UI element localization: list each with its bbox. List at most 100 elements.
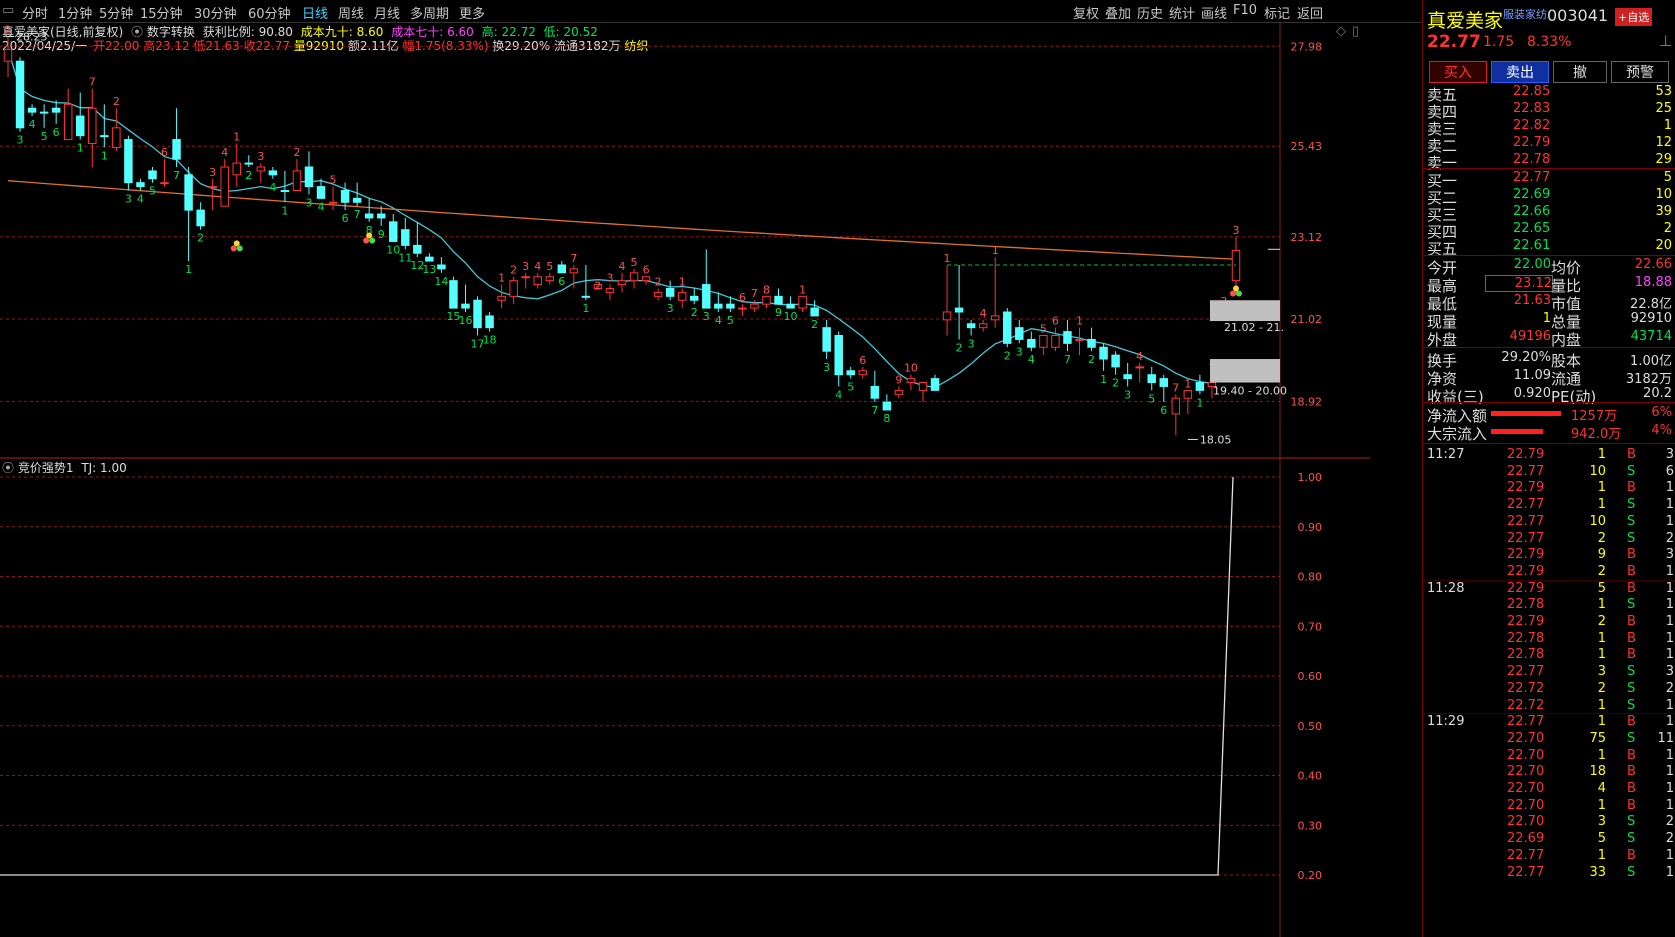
alert-button[interactable]: 预警 (1611, 61, 1669, 83)
candle[interactable]: 5 (846, 366, 855, 394)
candle[interactable]: 2 (244, 155, 254, 182)
cancel-order-button[interactable]: 撤 (1553, 61, 1607, 83)
candle[interactable]: 6 (738, 291, 747, 316)
candle[interactable]: 5 (726, 296, 735, 327)
candle[interactable]: 11 (398, 217, 412, 264)
candle[interactable]: 6 (557, 261, 567, 288)
period-tab-0[interactable]: 分时 (22, 3, 48, 22)
period-tab-6[interactable]: 日线 (302, 3, 328, 22)
candle[interactable]: 7 (1171, 381, 1181, 436)
period-tab-1[interactable]: 1分钟 (58, 3, 92, 22)
tool-button-1[interactable]: 叠加 (1105, 3, 1131, 22)
candle[interactable]: 2 (954, 264, 964, 354)
candle[interactable] (63, 88, 73, 141)
candle[interactable]: 4 (714, 292, 723, 327)
candle[interactable]: 1 (280, 170, 290, 217)
candle[interactable]: 4 (1135, 350, 1144, 383)
tool-button-3[interactable]: 统计 (1169, 3, 1195, 22)
candle[interactable]: 13 (422, 253, 436, 276)
candle[interactable]: 5 (545, 260, 554, 285)
sub-dot-icon[interactable]: ⦿ (2, 461, 14, 475)
menu-toggle-icon[interactable]: ▭ (2, 3, 14, 18)
candle[interactable]: 2 (690, 288, 699, 319)
candle[interactable]: 1 (100, 104, 109, 162)
candle[interactable]: 1 (497, 272, 506, 309)
candle[interactable]: 2 (1087, 327, 1096, 367)
period-tab-10[interactable]: 更多 (459, 3, 485, 22)
tool-button-6[interactable]: 标记 (1264, 3, 1290, 22)
candle[interactable]: 1 (76, 92, 85, 155)
candle[interactable]: 5 (629, 256, 639, 289)
candle[interactable] (930, 374, 940, 391)
candle[interactable]: 5 (1039, 323, 1048, 356)
candle[interactable]: 3 (256, 150, 266, 183)
candle[interactable]: 9 (774, 288, 783, 319)
candle[interactable]: 3 (124, 135, 133, 206)
candle[interactable]: 5 (39, 104, 49, 143)
candle[interactable]: 1 (1195, 374, 1205, 410)
candle[interactable] (918, 382, 928, 403)
candle[interactable]: 3 (702, 249, 711, 323)
candle[interactable]: 3 (1123, 362, 1132, 402)
candle[interactable]: 10 (784, 296, 798, 323)
candle[interactable]: 7 (88, 76, 97, 167)
candle[interactable]: 1 (1099, 343, 1108, 386)
sell-button[interactable]: 卖出 (1491, 61, 1549, 83)
candle[interactable]: 3 (521, 260, 530, 289)
candle[interactable]: 7 (1063, 319, 1072, 366)
candle[interactable]: 8 (882, 394, 892, 425)
candle[interactable]: 8 (364, 198, 374, 237)
candle[interactable]: 7 (172, 108, 181, 182)
candle[interactable]: 18 (483, 312, 497, 347)
candle[interactable]: 3 (605, 272, 615, 301)
candle[interactable]: 4 (978, 307, 988, 332)
candle[interactable]: 1 (798, 283, 807, 312)
candle[interactable]: 1 (232, 130, 241, 187)
candle[interactable]: 1 (1183, 377, 1193, 414)
candle[interactable]: 3 (1015, 319, 1024, 359)
candle[interactable]: 2 (196, 202, 205, 245)
candle[interactable]: 3 (966, 319, 976, 351)
candle[interactable]: 2 (1003, 308, 1012, 362)
period-tab-9[interactable]: 多周期 (410, 3, 449, 22)
sector-link[interactable]: 服装家纺 (1503, 6, 1547, 22)
candle[interactable]: 4 (136, 178, 145, 206)
candle[interactable]: 7 (352, 182, 362, 222)
period-tab-8[interactable]: 月线 (374, 3, 400, 22)
candle[interactable]: 5 (148, 167, 157, 198)
candle[interactable]: 4 (316, 178, 326, 214)
candle[interactable]: 2 (1111, 351, 1120, 390)
tool-button-5[interactable]: F10 (1233, 3, 1257, 18)
candle[interactable]: 4 (268, 167, 278, 194)
candle[interactable]: 6 (160, 146, 169, 187)
candle[interactable]: 3 (304, 151, 314, 209)
candle[interactable]: 10 (386, 214, 400, 256)
candle[interactable]: 1 (1075, 315, 1084, 356)
candle[interactable]: 9 (376, 206, 386, 241)
candle[interactable]: 1 (184, 167, 193, 276)
candle[interactable]: 3 (15, 57, 25, 147)
add-watch-button[interactable]: +自选 (1615, 8, 1653, 26)
candle[interactable]: 6 (1159, 374, 1168, 417)
buy-button[interactable]: 买入 (1429, 61, 1487, 83)
tool-button-0[interactable]: 复权 (1073, 3, 1099, 22)
candle[interactable]: 1 (990, 244, 1000, 328)
tool-button-2[interactable]: 历史 (1137, 3, 1163, 22)
candle[interactable]: 4 (220, 146, 229, 207)
period-tab-7[interactable]: 周线 (338, 3, 364, 22)
candle[interactable]: 5 (1147, 366, 1156, 406)
tool-button-7[interactable]: 返回 (1297, 3, 1323, 22)
candle[interactable]: 6 (858, 354, 868, 379)
sub-title[interactable]: 竞价强势1 (18, 461, 74, 475)
candle[interactable]: 2 (3, 24, 13, 77)
kline-svg[interactable]: 2345 617123 456712341234123 456 78 9101112131… (0, 22, 1370, 937)
period-tab-5[interactable]: 60分钟 (248, 3, 291, 22)
candle[interactable]: 6 (340, 182, 350, 225)
candle[interactable]: 4 (533, 260, 542, 289)
candle[interactable]: 4 (1027, 331, 1036, 367)
candle[interactable]: 2 (509, 264, 518, 305)
candle[interactable]: 16 (458, 284, 472, 327)
candle[interactable]: 2 (593, 279, 603, 292)
period-tab-3[interactable]: 15分钟 (140, 3, 183, 22)
candle[interactable]: 2 (292, 146, 302, 192)
